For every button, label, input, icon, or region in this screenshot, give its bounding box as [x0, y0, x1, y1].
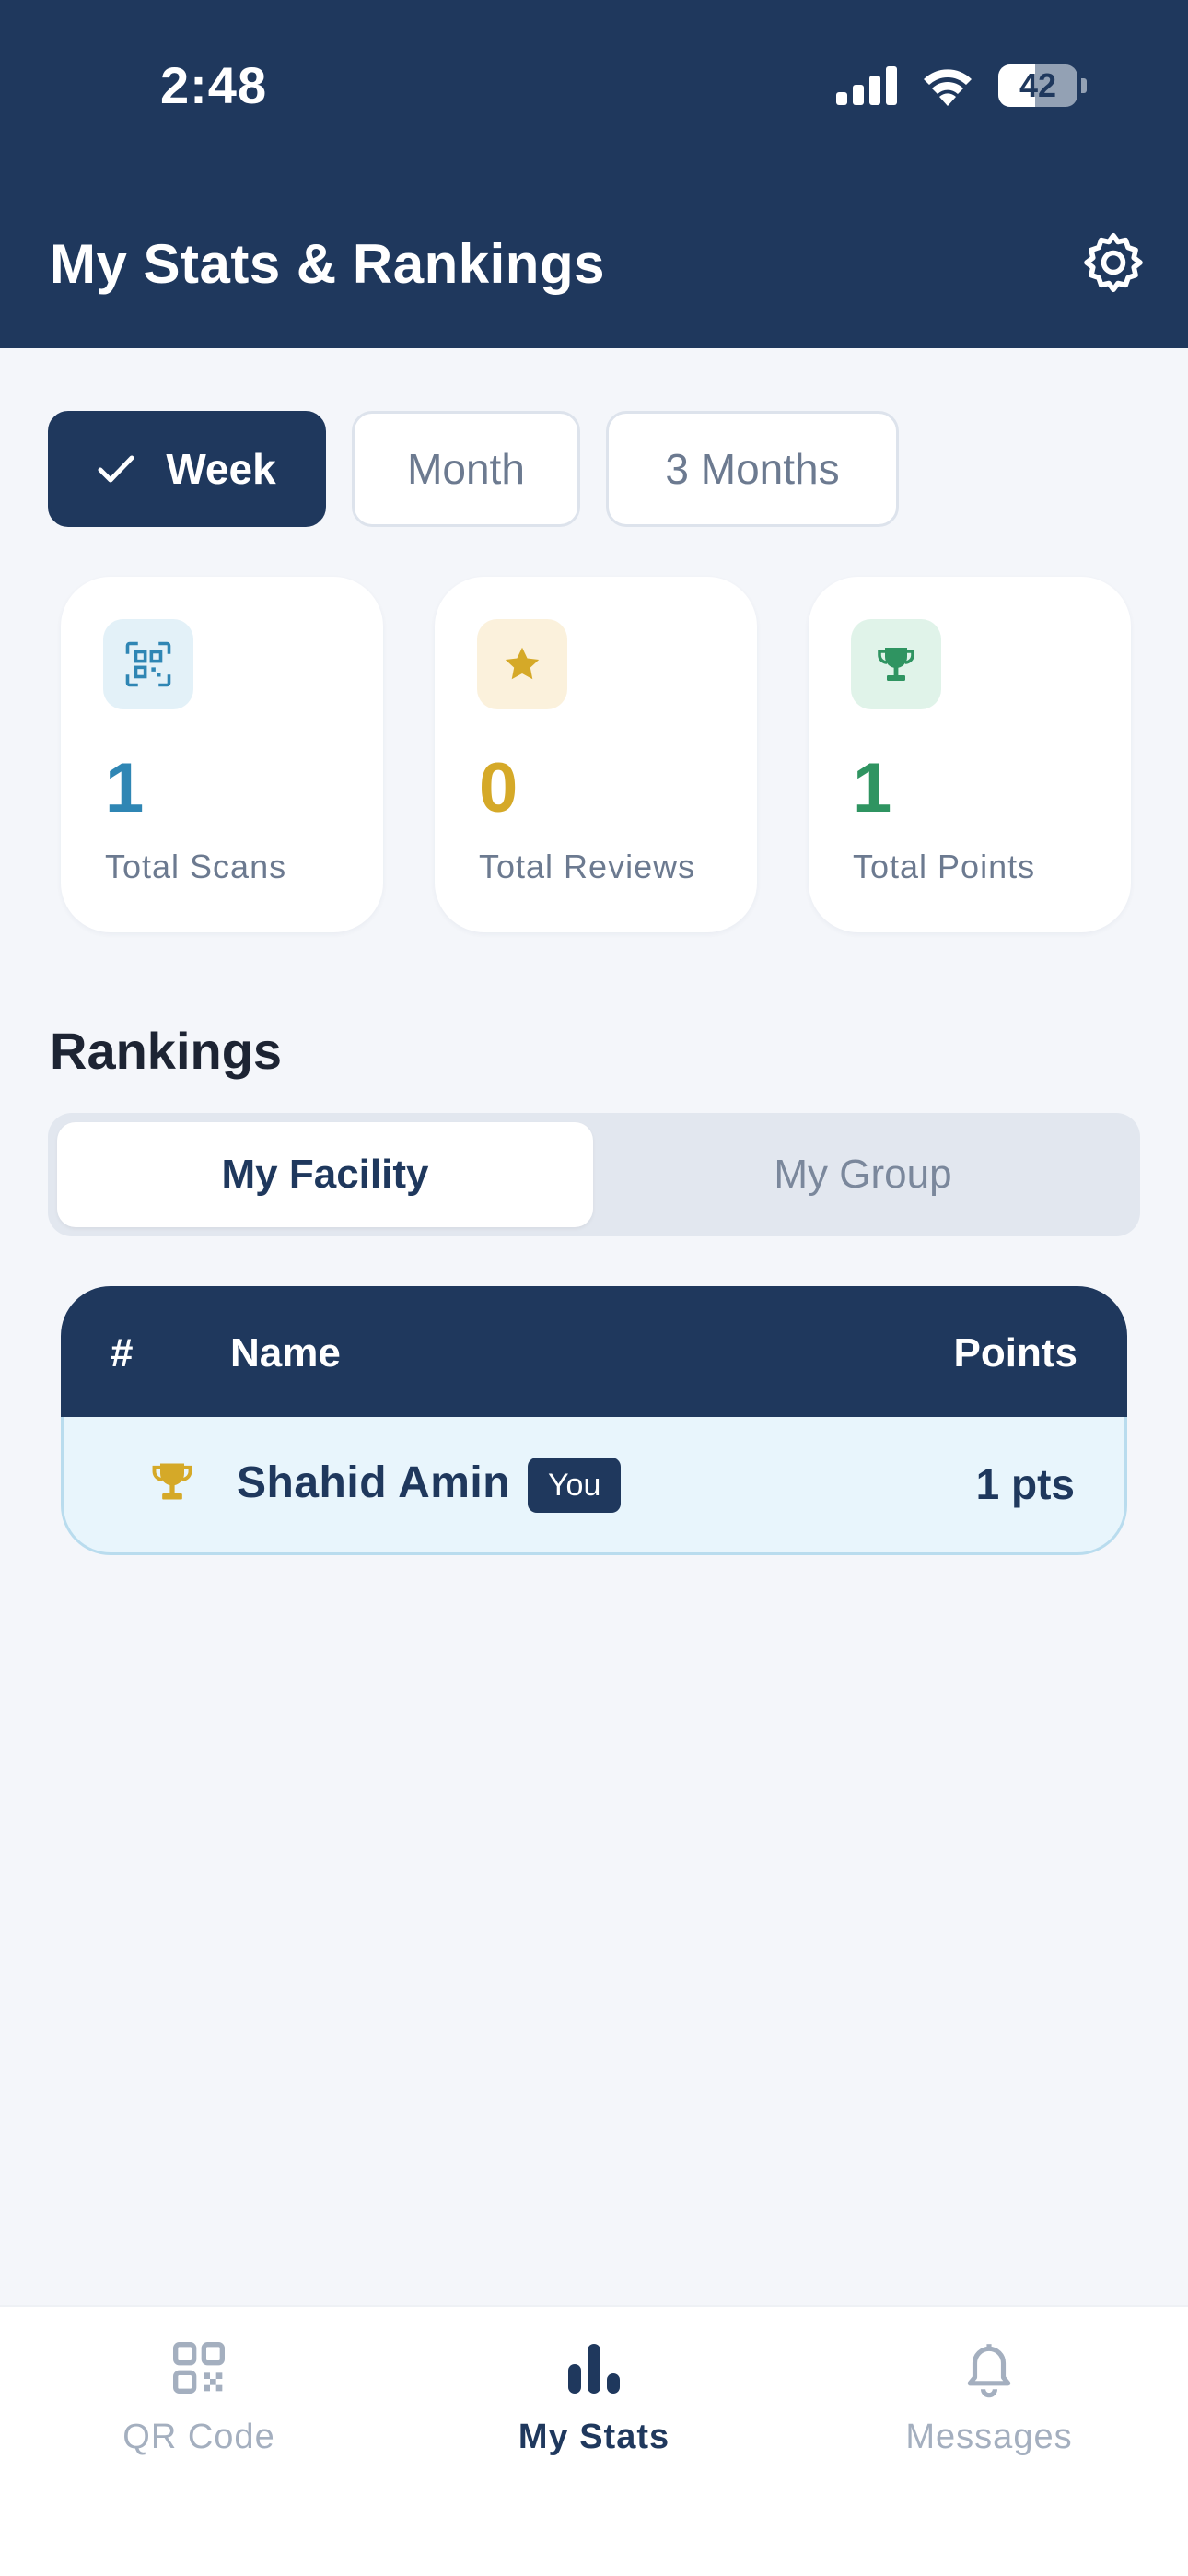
- segment-my-group-label: My Group: [774, 1152, 952, 1197]
- gear-icon: [1084, 232, 1143, 293]
- table-row[interactable]: Shahid Amin You 1 pts: [61, 1417, 1127, 1555]
- page-title: My Stats & Rankings: [50, 233, 605, 295]
- nav-messages-label: Messages: [905, 2418, 1073, 2456]
- trophy-icon: [148, 1456, 196, 1512]
- signal-icon: [836, 66, 897, 105]
- row-name: Shahid Amin: [237, 1458, 511, 1507]
- stat-value-points: 1: [853, 749, 892, 827]
- tab-month[interactable]: Month: [352, 411, 580, 527]
- stat-value-scans: 1: [105, 749, 145, 827]
- row-points: 1 pts: [975, 1460, 1075, 1508]
- stat-label-reviews: Total Reviews: [479, 848, 696, 885]
- status-time: 2:48: [160, 56, 268, 114]
- nav-qr-code-label: QR Code: [122, 2418, 275, 2456]
- stat-value-reviews: 0: [479, 749, 518, 827]
- qr-code-icon: [169, 2335, 228, 2401]
- segment-my-group[interactable]: My Group: [595, 1122, 1131, 1227]
- check-icon: [98, 453, 134, 485]
- you-badge: You: [528, 1458, 622, 1513]
- nav-my-stats-label: My Stats: [518, 2418, 670, 2456]
- segment-my-facility-label: My Facility: [221, 1152, 429, 1197]
- stat-label-scans: Total Scans: [105, 848, 287, 885]
- period-tabs: Week Month 3 Months: [48, 411, 899, 527]
- wifi-icon: [924, 69, 972, 106]
- star-icon: [477, 619, 567, 709]
- stat-label-points: Total Points: [853, 848, 1036, 885]
- tab-3-months[interactable]: 3 Months: [606, 411, 899, 527]
- nav-qr-code[interactable]: QR Code: [61, 2335, 337, 2457]
- tab-week[interactable]: Week: [48, 411, 326, 527]
- tab-3-months-label: 3 Months: [665, 445, 840, 493]
- status-icons: 42: [836, 64, 1087, 107]
- nav-my-stats[interactable]: My Stats: [456, 2335, 732, 2457]
- stats-screen: 2:48 42 My Stats & Rankings Week Month 3…: [0, 0, 1188, 2576]
- column-points: Points: [953, 1330, 1077, 1376]
- trophy-icon: [851, 619, 941, 709]
- qr-code-icon: [103, 619, 193, 709]
- nav-messages[interactable]: Messages: [851, 2335, 1127, 2457]
- stat-card-scans: 1 Total Scans: [61, 577, 383, 932]
- stat-card-points: 1 Total Points: [809, 577, 1131, 932]
- app-header: 2:48 42 My Stats & Rankings: [0, 0, 1188, 348]
- stat-card-reviews: 0 Total Reviews: [435, 577, 757, 932]
- bell-icon: [961, 2335, 1018, 2401]
- tab-month-label: Month: [407, 445, 525, 493]
- column-rank: #: [111, 1330, 134, 1376]
- battery-level: 42: [1019, 66, 1057, 104]
- tab-week-label: Week: [166, 445, 276, 493]
- rankings-segmented-control: My Facility My Group: [48, 1113, 1140, 1236]
- battery-indicator: 42: [998, 64, 1077, 107]
- rankings-title: Rankings: [50, 1022, 283, 1080]
- bottom-nav: QR Code My Stats Messages: [0, 2305, 1188, 2576]
- column-name: Name: [230, 1330, 341, 1376]
- segment-my-facility[interactable]: My Facility: [57, 1122, 593, 1227]
- table-header: # Name Points: [61, 1286, 1127, 1417]
- settings-button[interactable]: [1079, 228, 1147, 297]
- bar-chart-icon: [566, 2335, 622, 2401]
- rankings-table: # Name Points Shahid Amin You 1 pts: [61, 1286, 1127, 1555]
- battery-tip: [1081, 78, 1087, 93]
